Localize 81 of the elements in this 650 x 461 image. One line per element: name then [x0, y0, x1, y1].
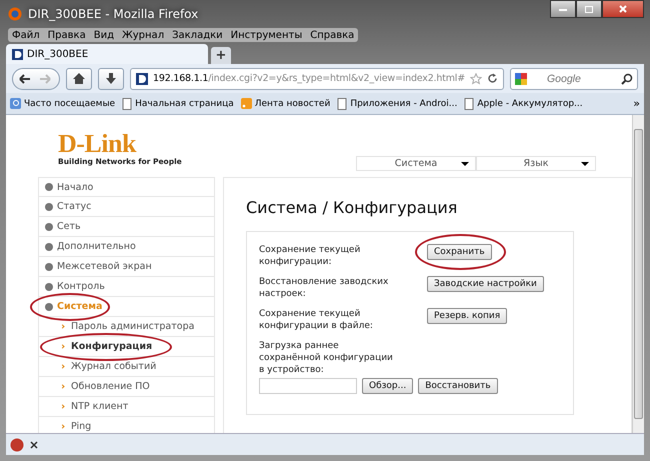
action-button[interactable]: Обзор... [362, 378, 414, 394]
bullet-icon [45, 183, 53, 191]
chevron-icon [60, 364, 65, 369]
bookmark-link[interactable]: Начальная страница [122, 98, 234, 110]
site-icon [12, 48, 23, 60]
action-button[interactable]: Заводские настройки [427, 276, 544, 292]
action-button[interactable]: Резерв. копия [427, 308, 508, 324]
nav-item[interactable]: Начало [38, 177, 215, 197]
bookmark-link[interactable]: Лента новостей [240, 98, 330, 109]
nav-item[interactable]: Статус [38, 197, 215, 217]
nav-subitem[interactable]: NTP клиент [38, 397, 215, 417]
nav-item[interactable]: Контроль [38, 277, 215, 297]
minimize-icon [559, 8, 567, 10]
bullet-icon [45, 282, 53, 290]
field-label: Сохранение текущей конфигурации в файле: [259, 308, 374, 332]
browser-tab[interactable]: DIR_300BEE [6, 44, 208, 64]
back-forward-button[interactable] [12, 68, 60, 90]
nav-subitem[interactable]: Пароль администратора [38, 317, 215, 337]
dropdown[interactable]: Система [356, 156, 476, 171]
chevron-icon [60, 324, 65, 329]
close-button[interactable] [602, 0, 644, 18]
menu-item[interactable]: Правка [44, 30, 90, 40]
bullet-icon [45, 262, 53, 270]
new-tab-button[interactable]: + [211, 47, 231, 64]
site-icon [136, 72, 148, 84]
minimize-button[interactable] [550, 0, 576, 18]
feed-icon [240, 98, 252, 109]
menu-item[interactable]: Журнал [118, 30, 168, 40]
page-icon [122, 98, 132, 110]
search-icon[interactable] [621, 72, 633, 84]
page-icon [337, 98, 348, 110]
bookmark-link[interactable]: Приложения - Androi... [337, 98, 458, 110]
field-label: Загрузка раннее сохранённой конфигурации в устройство: [259, 340, 394, 376]
nav-subitem[interactable]: Журнал событий [38, 357, 215, 377]
address-bar[interactable]: 192.168.1.1/index.cgi?v2=y&rs_type=html&v2_view=index2.html# [130, 68, 504, 90]
nav-subitem[interactable]: Конфигурация [38, 337, 215, 357]
magnifier-icon [10, 98, 21, 109]
page-title: Система / Конфигурация [246, 198, 458, 217]
menu-item[interactable]: Файл [8, 30, 44, 40]
nav-subitem[interactable]: Обновление ПО [38, 377, 215, 397]
action-button[interactable]: Сохранить [427, 244, 492, 260]
stop-sign-icon[interactable] [10, 438, 24, 452]
chevron-icon [60, 424, 65, 429]
reload-icon[interactable] [487, 73, 498, 84]
download-icon [106, 73, 116, 84]
chevron-icon [60, 404, 65, 409]
bookmark-link[interactable]: Apple - Аккумулятор... [464, 98, 583, 110]
window-title: DIR_300BEE - Mozilla Firefox [28, 7, 198, 21]
maximize-button[interactable] [576, 0, 602, 18]
menu-item[interactable]: Инструменты [226, 30, 306, 40]
home-button[interactable] [66, 68, 92, 90]
action-button[interactable]: Восстановить [418, 378, 498, 394]
close-icon [619, 5, 627, 13]
dropdown[interactable]: Язык [476, 156, 596, 171]
chevron-icon [60, 344, 65, 349]
more-bookmarks-button[interactable]: » [633, 97, 640, 110]
bullet-icon [45, 202, 53, 210]
bookmark-link[interactable]: Часто посещаемые [10, 98, 116, 109]
field-label: Восстановление заводских настроек: [259, 276, 390, 300]
scrollbar[interactable] [632, 115, 644, 433]
menu-item[interactable]: Закладки [168, 30, 227, 40]
field-label: Сохранение текущей конфигурации: [259, 244, 362, 268]
bullet-icon [45, 222, 53, 230]
google-icon [515, 72, 527, 84]
nav-item[interactable]: Дополнительно [38, 237, 215, 257]
bullet-icon [45, 242, 53, 250]
star-icon[interactable] [470, 72, 482, 84]
download-button[interactable] [98, 68, 124, 90]
firefox-icon [8, 7, 22, 21]
chevron-icon [60, 384, 65, 389]
maximize-icon [585, 6, 593, 12]
close-icon[interactable] [30, 440, 38, 448]
home-icon [73, 73, 85, 84]
nav-item[interactable]: Межсетевой экран [38, 257, 215, 277]
file-path-field[interactable] [259, 378, 357, 394]
search-field[interactable]: Google [510, 68, 638, 90]
menu-item[interactable]: Справка [306, 30, 358, 40]
nav-item[interactable]: Сеть [38, 217, 215, 237]
bullet-icon [45, 302, 53, 310]
menu-item[interactable]: Вид [90, 30, 118, 40]
page-icon [464, 98, 474, 110]
